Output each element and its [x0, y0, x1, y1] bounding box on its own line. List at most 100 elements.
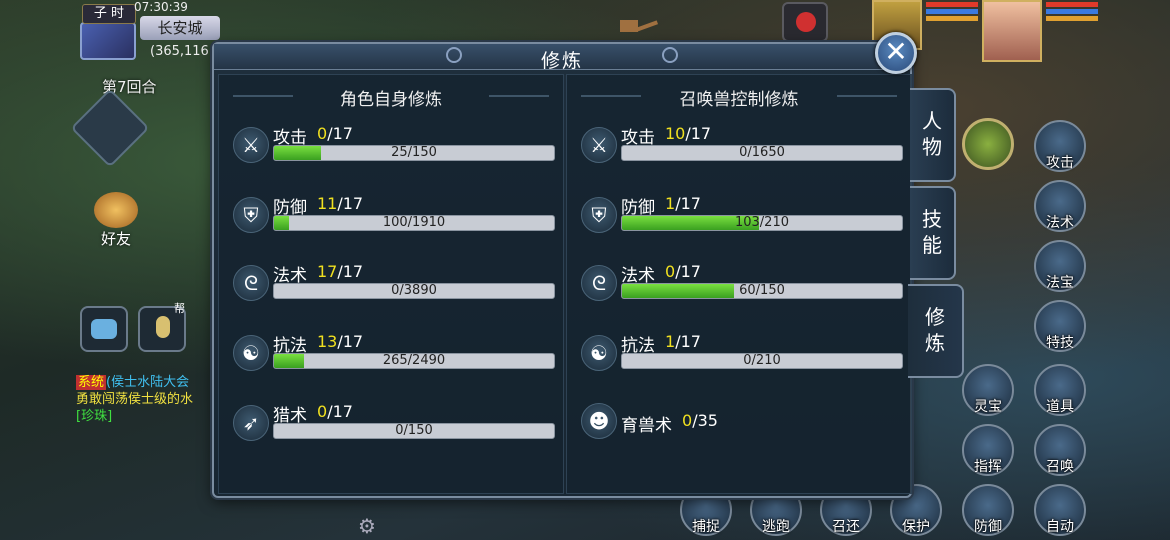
command-button[interactable]: 指挥 — [962, 424, 1014, 476]
handshake-icon — [94, 192, 138, 228]
spirit-treasure-button[interactable]: 灵宝 — [962, 364, 1014, 416]
cultivation-level: 13/17 — [317, 332, 363, 351]
exp-progress-bar: 0/210 — [621, 353, 903, 369]
chat-line: 勇敢闯荡侯士级的水 — [76, 392, 194, 407]
special-command-button[interactable]: 特技 — [1034, 300, 1086, 352]
summon-label: 召唤 — [1046, 459, 1074, 475]
magic-label: 法术 — [1046, 215, 1074, 231]
auto-command-button[interactable]: 自动 — [1034, 484, 1086, 536]
attack-command-button[interactable]: 攻击 — [1034, 120, 1086, 172]
defend-command-button[interactable]: 防御 — [962, 484, 1014, 536]
treasure-label: 法宝 — [1046, 275, 1074, 291]
character-cultivation-column: 角色自身修炼 ⚔ 攻击 0/17 25/150 ⛨ 防御 11/17 100/1910 ᘓ 法术 1… — [218, 74, 564, 494]
spirit-label: 灵宝 — [974, 399, 1002, 415]
cultivation-row[interactable]: ᘓ 法术 0/17 60/150 — [567, 261, 913, 321]
system-tag: 系统 — [76, 375, 107, 390]
shichen-label: 子 时 — [82, 4, 136, 24]
player-avatar[interactable] — [80, 22, 136, 60]
current-level: 0 — [317, 124, 328, 143]
item-label: 道具 — [1046, 399, 1074, 415]
defend-label: 防御 — [974, 519, 1002, 535]
cultivation-row[interactable]: ➶ 猎术 0/17 0/150 — [219, 401, 565, 461]
auto-label: 自动 — [1046, 519, 1074, 535]
hammer-icon — [618, 14, 658, 44]
exp-progress-bar: 103/210 — [621, 215, 903, 231]
city-name[interactable]: 长安城 — [140, 16, 220, 40]
friends-button[interactable]: 好友 — [86, 192, 146, 254]
exp-progress-text: 0/1650 — [739, 145, 785, 160]
chat-button[interactable] — [80, 306, 128, 352]
chat-log[interactable]: 系统 (侯士水陆大会 勇敢闯荡侯士级的水 [珍珠] — [76, 374, 216, 425]
wheel-icon[interactable] — [962, 118, 1014, 170]
exp-progress-text: 25/150 — [391, 145, 437, 160]
protect-label: 保护 — [902, 519, 930, 535]
tab-label: 人物 — [922, 109, 942, 159]
summon-command-button[interactable]: 召唤 — [1034, 424, 1086, 476]
cultivation-level: 11/17 — [317, 194, 363, 213]
exp-progress-text: 0/150 — [395, 423, 433, 438]
cultivation-row[interactable]: ⚔ 攻击 10/17 0/1650 — [567, 123, 913, 183]
tab-label: 修炼 — [925, 305, 945, 355]
cultivation-row[interactable]: ᘓ 法术 17/17 0/3890 — [219, 261, 565, 321]
chat-line: (侯士水陆大会 — [106, 375, 190, 390]
exp-progress-bar: 0/150 — [273, 423, 555, 439]
max-level: /35 — [692, 411, 718, 430]
cultivation-level: 1/17 — [665, 194, 701, 213]
yinyang-icon: ☯ — [581, 335, 617, 371]
recall-label: 召还 — [832, 519, 860, 535]
cultivation-row[interactable]: ⛨ 防御 11/17 100/1910 — [219, 193, 565, 253]
current-level: 1 — [665, 194, 676, 213]
summon-cultivation-heading: 召唤兽控制修炼 — [679, 90, 799, 110]
sword-icon: ⚔ — [581, 127, 617, 163]
cultivation-panel: 修炼 角色自身修炼 ⚔ 攻击 0/17 25/150 ⛨ 防御 11/17 100/1910 ᘓ… — [212, 42, 912, 498]
quick-item-slot[interactable] — [782, 2, 828, 42]
back-button[interactable] — [70, 88, 150, 168]
magic-command-button[interactable]: 法术 — [1034, 180, 1086, 232]
treasure-command-button[interactable]: 法宝 — [1034, 240, 1086, 292]
max-level: /17 — [675, 262, 701, 281]
gear-icon[interactable]: ⚙ — [358, 516, 378, 536]
flee-label: 逃跑 — [762, 519, 790, 535]
max-level: /17 — [327, 124, 353, 143]
exp-progress-text: 265/2490 — [382, 353, 446, 368]
microphone-icon — [156, 316, 170, 338]
exp-progress-text: 100/1910 — [382, 215, 446, 230]
current-level: 11 — [317, 194, 338, 213]
cultivation-row[interactable]: ☯ 抗法 1/17 0/210 — [567, 331, 913, 391]
tab-character[interactable]: 人物 — [910, 88, 956, 182]
exp-progress-text: 0/3890 — [391, 283, 437, 298]
tab-skills[interactable]: 技能 — [910, 186, 956, 280]
character-avatar[interactable] — [982, 0, 1042, 62]
staff-icon: ᘓ — [233, 265, 269, 301]
command-label: 指挥 — [974, 459, 1002, 475]
cultivation-row[interactable]: ⛨ 防御 1/17 103/210 — [567, 193, 913, 253]
current-level: 13 — [317, 332, 338, 351]
pet-status-bars — [926, 2, 978, 23]
sword-icon: ⚔ — [233, 127, 269, 163]
coordinates: (365,116 — [150, 44, 209, 59]
clock-text: 07:30:39 — [134, 0, 188, 14]
exp-progress-bar: 60/150 — [621, 283, 903, 299]
item-command-button[interactable]: 道具 — [1034, 364, 1086, 416]
current-level: 0 — [682, 411, 693, 430]
panel-title: 修炼 — [540, 50, 583, 72]
exp-progress-bar: 100/1910 — [273, 215, 555, 231]
cultivation-row[interactable]: ⚔ 攻击 0/17 25/150 — [219, 123, 565, 183]
cultivation-level: 0/17 — [317, 402, 353, 421]
cultivation-row[interactable]: ☻ 育兽术 0/35 — [567, 401, 913, 461]
capture-label: 捕捉 — [692, 519, 720, 535]
attack-label: 攻击 — [1046, 155, 1074, 171]
cultivation-level: 0/17 — [665, 262, 701, 281]
cultivation-row[interactable]: ☯ 抗法 13/17 265/2490 — [219, 331, 565, 391]
staff-icon: ᘓ — [581, 265, 617, 301]
yinyang-icon: ☯ — [233, 335, 269, 371]
shield-icon: ⛨ — [233, 197, 269, 233]
max-level: /17 — [675, 332, 701, 351]
max-level: /17 — [685, 124, 712, 143]
exp-progress-text: 60/150 — [739, 283, 785, 298]
close-icon[interactable]: ✕ — [875, 32, 917, 74]
current-level: 0 — [665, 262, 676, 281]
cultivation-name: 育兽术 — [621, 416, 672, 436]
panel-title-bar: 修炼 — [214, 44, 910, 72]
tab-cultivation[interactable]: 修炼 — [908, 284, 964, 378]
